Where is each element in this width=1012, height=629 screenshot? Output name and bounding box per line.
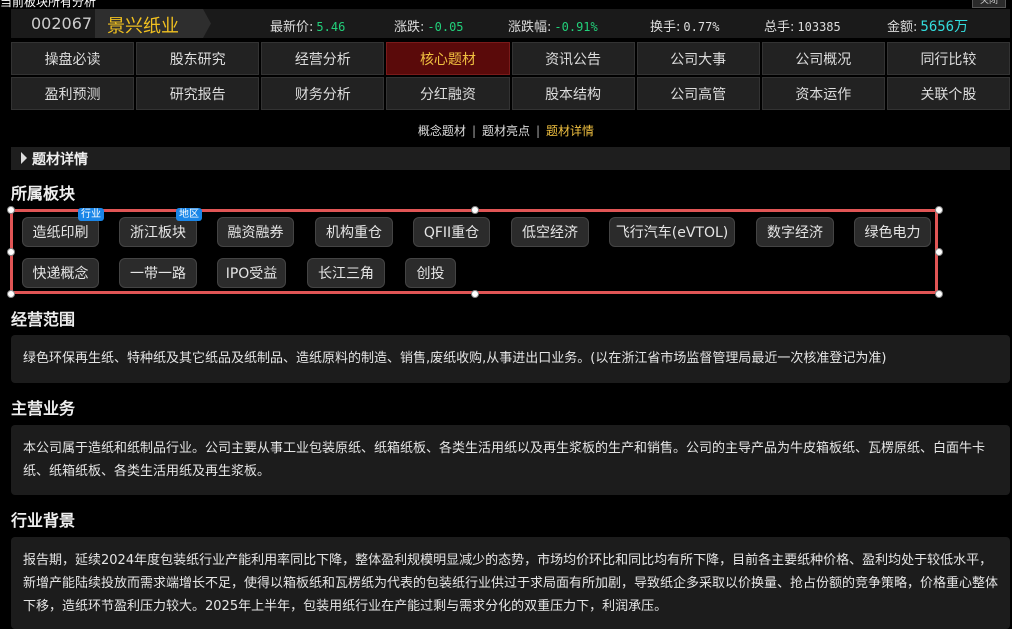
quote-value: 103385 [797, 20, 841, 34]
section-header[interactable]: 题材详情 [11, 147, 1010, 170]
nav-item-major-events[interactable]: 公司大事 [636, 42, 760, 75]
stock-code: 002067 [31, 14, 93, 33]
quote-change-pct: 涨跌幅: -0.91% [508, 16, 598, 35]
chip-label: 造纸印刷 [32, 225, 89, 241]
main-business-text: 本公司属于造纸和纸制品行业。公司主要从事工业包装原纸、纸箱纸板、各类生活用纸以及… [11, 425, 1010, 495]
chip-label: QFII重仓 [423, 225, 480, 241]
sector-chip[interactable]: 飞行汽车(eVTOL) [609, 217, 735, 247]
main-nav: 操盘必读 股东研究 经营分析 核心题材 资讯公告 公司大事 公司概况 同行比较 … [11, 42, 1010, 110]
chip-label: 浙江板块 [130, 225, 186, 241]
quote-label: 金额: [887, 20, 918, 35]
chip-label: IPO受益 [225, 266, 278, 282]
chip-label: 创投 [416, 266, 445, 282]
resize-handle[interactable] [7, 290, 15, 298]
resize-handle[interactable] [935, 290, 943, 298]
nav-item-share-structure[interactable]: 股本结构 [511, 77, 635, 110]
nav-item-related-stocks[interactable]: 关联个股 [886, 77, 1010, 110]
caret-right-icon [21, 152, 27, 164]
sector-chip[interactable]: 机构重仓 [315, 217, 393, 247]
chip-label: 快递概念 [32, 266, 89, 282]
subtab-details[interactable]: 题材详情 [546, 124, 594, 138]
chip-label: 机构重仓 [326, 225, 382, 241]
quote-amount: 金额: 5656万 [887, 16, 968, 36]
chip-label: 融资融券 [227, 225, 284, 241]
industry-badge: 行业 [78, 208, 104, 221]
nav-item-company-overview[interactable]: 公司概况 [761, 42, 885, 75]
quote-value: -0.05 [427, 20, 464, 34]
industry-heading: 行业背景 [11, 511, 76, 530]
resize-handle[interactable] [7, 206, 15, 214]
resize-handle[interactable] [7, 248, 15, 256]
quote-latest-price: 最新价: 5.46 [270, 16, 345, 35]
resize-handle[interactable] [471, 206, 479, 214]
nav-item-news-announcements[interactable]: 资讯公告 [511, 42, 635, 75]
stock-name: 景兴纸业 [107, 16, 179, 37]
quote-label: 换手: [650, 20, 681, 35]
nav-item-shareholder-research[interactable]: 股东研究 [136, 42, 260, 75]
subtab-separator: | [471, 124, 476, 138]
resize-handle[interactable] [471, 290, 479, 298]
nav-item-capital-operations[interactable]: 资本运作 [761, 77, 885, 110]
chip-label: 绿色电力 [864, 225, 921, 241]
nav-item-executives[interactable]: 公司高管 [636, 77, 760, 110]
sector-chip[interactable]: QFII重仓 [413, 217, 490, 247]
resize-handle[interactable] [935, 206, 943, 214]
sector-chip[interactable]: 融资融券 [217, 217, 294, 247]
nav-item-peer-comparison[interactable]: 同行比较 [886, 42, 1010, 75]
sector-chip[interactable]: IPO受益 [217, 258, 286, 288]
scope-text: 绿色环保再生纸、特种纸及其它纸品及纸制品、造纸原料的制造、销售,废纸收购,从事进… [11, 335, 1010, 383]
resize-handle[interactable] [935, 248, 943, 256]
subtab-highlights[interactable]: 题材亮点 [482, 124, 530, 138]
section-title: 题材详情 [32, 152, 88, 168]
nav-item-earnings-forecast[interactable]: 盈利预测 [11, 77, 135, 110]
quote-change: 涨跌: -0.05 [394, 16, 464, 35]
quote-value: 0.77% [683, 20, 720, 34]
quote-value: 5.46 [316, 20, 346, 34]
quote-value: -0.91% [554, 20, 598, 34]
quote-label: 总手: [764, 20, 795, 35]
chip-label: 一带一路 [130, 266, 186, 282]
sector-chip[interactable]: 绿色电力 [854, 217, 931, 247]
nav-item-core-themes[interactable]: 核心题材 [386, 42, 510, 75]
quote-label: 涨跌: [394, 20, 425, 35]
sector-chip[interactable]: 一带一路 [119, 258, 197, 288]
sector-chip[interactable]: 浙江板块 地区 [119, 208, 202, 247]
sector-heading: 所属板块 [11, 184, 76, 203]
industry-text: 报告期，延续2024年度包装纸行业产能利用率同比下降，整体盈利规模明显减少的态势… [11, 537, 1010, 629]
chip-label: 数字经济 [767, 225, 823, 241]
chip-label: 长江三角 [318, 266, 374, 282]
chip-label: 低空经济 [522, 225, 578, 241]
close-tab[interactable]: 关闭 [972, 0, 1006, 8]
subtab-separator: | [536, 124, 541, 138]
quote-label: 最新价: [270, 20, 314, 35]
quote-value: 5656万 [920, 19, 969, 35]
nav-item-operation-analysis[interactable]: 经营分析 [261, 42, 385, 75]
nav-item-dividend-financing[interactable]: 分红融资 [386, 77, 510, 110]
chip-label: 飞行汽车(eVTOL) [615, 225, 729, 241]
nav-item-trading-guide[interactable]: 操盘必读 [11, 42, 135, 75]
sector-chip[interactable]: 低空经济 [511, 217, 589, 247]
scope-heading: 经营范围 [11, 310, 76, 329]
sector-chip[interactable]: 快递概念 [22, 258, 99, 288]
sector-chip[interactable]: 创投 [405, 258, 456, 288]
quote-volume: 总手: 103385 [764, 16, 841, 35]
main-business-heading: 主营业务 [11, 399, 76, 418]
sector-chip[interactable]: 数字经济 [756, 217, 834, 247]
nav-item-financial-analysis[interactable]: 财务分析 [261, 77, 385, 110]
subtab-concepts[interactable]: 概念题材 [418, 124, 466, 138]
sector-chip[interactable]: 长江三角 [307, 258, 385, 288]
nav-item-research-reports[interactable]: 研究报告 [136, 77, 260, 110]
subtabs: 概念题材 | 题材亮点 | 题材详情 [0, 122, 1012, 139]
quote-label: 涨跌幅: [508, 20, 552, 35]
region-badge: 地区 [176, 208, 202, 221]
sector-chip[interactable]: 造纸印刷 行业 [22, 208, 104, 247]
quote-turnover: 换手: 0.77% [650, 16, 720, 35]
stock-quote-bar: 002067 景兴纸业 最新价: 5.46 涨跌: -0.05 涨跌幅: -0.91%… [11, 9, 1010, 38]
